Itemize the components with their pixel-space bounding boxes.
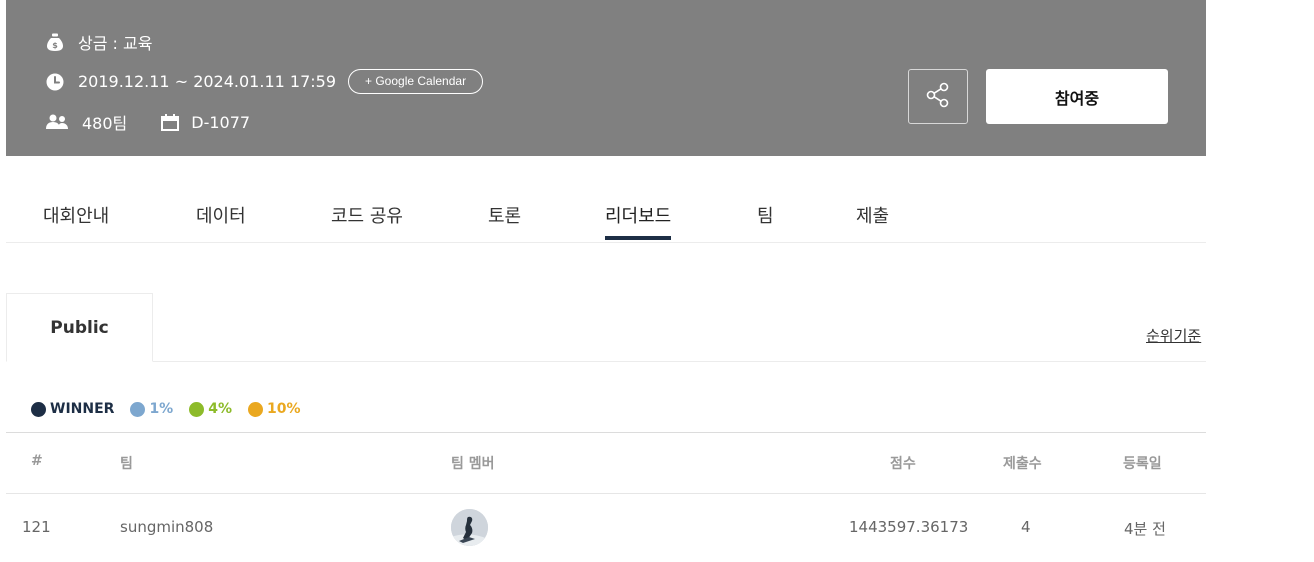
dday-group: D-1077 (161, 113, 250, 132)
header-score: 점수 (890, 456, 916, 472)
top-4-dot (189, 401, 205, 417)
people-icon (46, 113, 68, 131)
row-rank: 121 (22, 518, 51, 536)
competition-tabs: 대회안내 데이터 코드 공유 토론 리더보드 팀 제출 (6, 190, 1206, 243)
legend-top-1: 1% (130, 401, 173, 417)
header-rank: # (31, 453, 43, 469)
legend-label: 1% (149, 401, 174, 417)
tab-leaderboard[interactable]: 리더보드 (605, 202, 672, 242)
legend-label: 10% (267, 401, 301, 417)
table-top-border (6, 432, 1206, 433)
tab-overview[interactable]: 대회안내 (43, 202, 109, 242)
leaderboard-legend: WINNER 1% 4% 10% (31, 401, 317, 417)
header-members: 팀 멤버 (451, 456, 495, 472)
header-submissions: 제출수 (1003, 456, 1042, 472)
header-registered: 등록일 (1123, 456, 1162, 472)
competition-header: $ 상금 : 교육 2019.12.11 ~ 2024.01.11 17:59 … (6, 0, 1206, 156)
join-button[interactable]: 참여중 (986, 69, 1168, 124)
table-header-divider (6, 493, 1206, 494)
teams-row: 480팀 D-1077 (46, 110, 250, 134)
legend-winner: WINNER (31, 401, 114, 417)
winner-dot (31, 401, 46, 417)
row-submissions: 4 (1021, 518, 1031, 536)
google-calendar-button[interactable]: + Google Calendar (348, 69, 484, 94)
legend-top-4: 4% (189, 401, 232, 417)
tab-team[interactable]: 팀 (757, 202, 774, 242)
calendar-icon (161, 113, 180, 131)
tab-data[interactable]: 데이터 (196, 202, 246, 242)
teams-count: 480팀 (82, 114, 128, 133)
row-registered: 4분 전 (1124, 520, 1166, 538)
date-range: 2019.12.11 ~ 2024.01.11 17:59 (78, 72, 336, 91)
prize-text: 상금 : 교육 (78, 34, 153, 53)
clock-icon (46, 73, 64, 91)
tab-discussion[interactable]: 토론 (488, 202, 521, 242)
tab-public[interactable]: Public (6, 293, 153, 362)
top-10-dot (248, 401, 263, 417)
top-1-dot (130, 401, 146, 417)
legend-label: 4% (208, 401, 232, 417)
subtab-divider (6, 361, 1206, 362)
tab-code-share[interactable]: 코드 공유 (331, 202, 403, 242)
dday-text: D-1077 (191, 112, 251, 132)
money-bag-icon: $ (46, 33, 64, 51)
date-row: 2019.12.11 ~ 2024.01.11 17:59 + Google C… (46, 69, 484, 94)
share-button[interactable] (908, 69, 968, 124)
tab-submit[interactable]: 제출 (856, 202, 889, 242)
row-score: 1443597.36173 (849, 518, 969, 536)
legend-label: WINNER (50, 401, 115, 417)
header-team: 팀 (120, 456, 133, 472)
share-icon (925, 82, 951, 112)
svg-text:$: $ (52, 41, 58, 50)
avatar[interactable] (451, 509, 488, 546)
rank-criteria-link[interactable]: 순위기준 (1146, 325, 1201, 346)
prize-row: $ 상금 : 교육 (46, 30, 152, 54)
row-team-name[interactable]: sungmin808 (120, 518, 213, 536)
legend-top-10: 10% (248, 401, 301, 417)
